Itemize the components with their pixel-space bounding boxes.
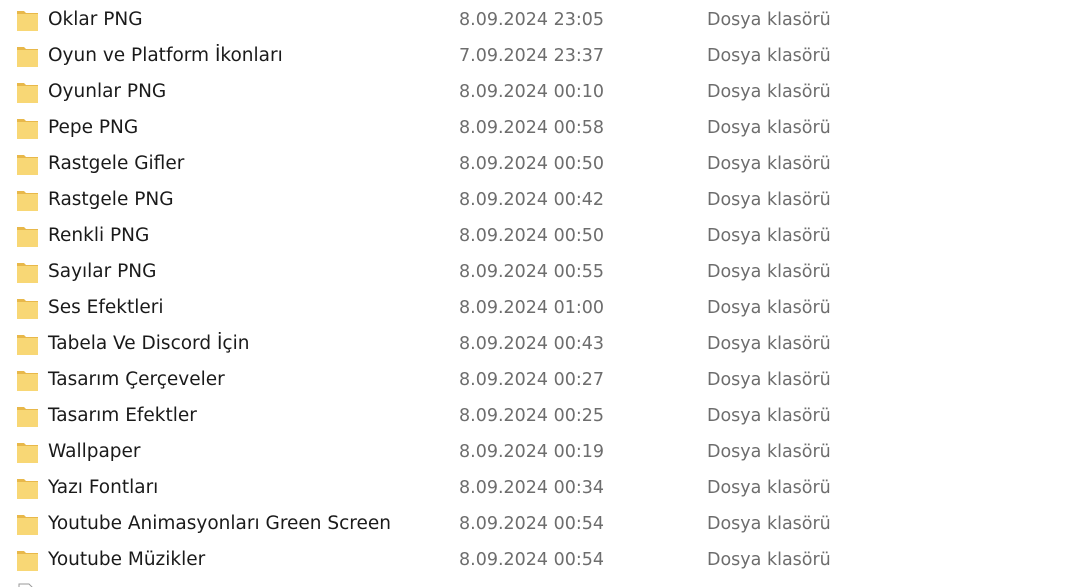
file-name: Youtube Müzikler	[48, 549, 206, 570]
file-name: Youtube Animasyonları Green Screen	[48, 513, 391, 534]
file-type: Dosya klasörü	[707, 10, 831, 30]
list-item[interactable]: Pepe PNG 8.09.2024 00:58 Dosya klasörü	[0, 110, 1080, 146]
file-type: Dosya klasörü	[707, 118, 831, 138]
list-item[interactable]: Ses Efektleri 8.09.2024 01:00 Dosya klas…	[0, 290, 1080, 326]
date-modified: 8.09.2024 00:54	[459, 514, 605, 534]
date-modified: 8.09.2024 00:25	[459, 406, 605, 426]
file-name: Rastgele Gifler	[48, 153, 185, 174]
file-name: Tasarım Çerçeveler	[48, 369, 225, 390]
file-type: Dosya klasörü	[707, 154, 831, 174]
list-item[interactable]: Rastgele PNG 8.09.2024 00:42 Dosya klasö…	[0, 182, 1080, 218]
file-name: Oyun ve Platform İkonları	[48, 45, 283, 66]
file-name: Pepe PNG	[48, 117, 139, 138]
date-modified: 8.09.2024 23:05	[459, 10, 605, 30]
file-name: Tasarım Efektler	[48, 405, 197, 426]
date-modified: 8.09.2024 00:19	[459, 442, 605, 462]
list-item[interactable]: Oklar PNG 8.09.2024 23:05 Dosya klasörü	[0, 2, 1080, 38]
date-modified: 8.09.2024 00:55	[459, 262, 605, 282]
file-name: Oklar PNG	[48, 9, 143, 30]
file-type: Dosya klasörü	[707, 478, 831, 498]
folder-icon	[17, 369, 38, 391]
file-type: Dosya klasörü	[707, 226, 831, 246]
list-item[interactable]: Rastgele Gifler 8.09.2024 00:50 Dosya kl…	[0, 146, 1080, 182]
document-icon	[18, 580, 34, 587]
date-modified: 8.09.2024 00:43	[459, 334, 605, 354]
date-modified: 8.09.2024 00:10	[459, 82, 605, 102]
folder-icon	[17, 333, 38, 355]
folder-icon	[17, 549, 38, 571]
date-modified: 8.09.2024 01:00	[459, 298, 605, 318]
folder-icon	[17, 405, 38, 427]
list-item[interactable]: Tasarım Efektler 8.09.2024 00:25 Dosya k…	[0, 398, 1080, 434]
file-type: Dosya klasörü	[707, 262, 831, 282]
list-item[interactable]: Oyun ve Platform İkonları 7.09.2024 23:3…	[0, 38, 1080, 74]
folder-icon	[17, 297, 38, 319]
list-item[interactable]: Youtube Animasyonları Green Screen 8.09.…	[0, 506, 1080, 542]
file-name: Renkli PNG	[48, 225, 150, 246]
file-type: Dosya klasörü	[707, 550, 831, 570]
file-name: Rastgele PNG	[48, 189, 174, 210]
list-item[interactable]: Tabela Ve Discord İçin 8.09.2024 00:43 D…	[0, 326, 1080, 362]
file-name: Oyunlar PNG	[48, 81, 167, 102]
list-item[interactable]	[0, 578, 1080, 587]
folder-icon	[17, 189, 38, 211]
list-item[interactable]: Renkli PNG 8.09.2024 00:50 Dosya klasörü	[0, 218, 1080, 254]
file-type: Dosya klasörü	[707, 82, 831, 102]
file-name: Ses Efektleri	[48, 297, 164, 318]
list-item[interactable]: Oyunlar PNG 8.09.2024 00:10 Dosya klasör…	[0, 74, 1080, 110]
date-modified: 8.09.2024 00:50	[459, 154, 605, 174]
file-type: Dosya klasörü	[707, 190, 831, 210]
folder-icon	[17, 261, 38, 283]
file-name: Wallpaper	[48, 441, 141, 462]
folder-icon	[17, 225, 38, 247]
folder-icon	[17, 45, 38, 67]
folder-icon	[17, 441, 38, 463]
folder-icon	[17, 9, 38, 31]
date-modified: 7.09.2024 23:37	[459, 46, 605, 66]
list-item[interactable]: Tasarım Çerçeveler 8.09.2024 00:27 Dosya…	[0, 362, 1080, 398]
file-name: Sayılar PNG	[48, 261, 157, 282]
file-type: Dosya klasörü	[707, 514, 831, 534]
list-item[interactable]: Sayılar PNG 8.09.2024 00:55 Dosya klasör…	[0, 254, 1080, 290]
file-name: Tabela Ve Discord İçin	[48, 333, 250, 354]
date-modified: 8.09.2024 00:54	[459, 550, 605, 570]
file-type: Dosya klasörü	[707, 298, 831, 318]
file-type: Dosya klasörü	[707, 46, 831, 66]
list-item[interactable]: Yazı Fontları 8.09.2024 00:34 Dosya klas…	[0, 470, 1080, 506]
file-type: Dosya klasörü	[707, 370, 831, 390]
file-type: Dosya klasörü	[707, 334, 831, 354]
file-name: Yazı Fontları	[48, 477, 159, 498]
date-modified: 8.09.2024 00:34	[459, 478, 605, 498]
list-item[interactable]: Wallpaper 8.09.2024 00:19 Dosya klasörü	[0, 434, 1080, 470]
list-item[interactable]: Youtube Müzikler 8.09.2024 00:54 Dosya k…	[0, 542, 1080, 578]
date-modified: 8.09.2024 00:42	[459, 190, 605, 210]
date-modified: 8.09.2024 00:58	[459, 118, 605, 138]
folder-icon	[17, 153, 38, 175]
folder-icon	[17, 513, 38, 535]
folder-icon	[17, 117, 38, 139]
file-type: Dosya klasörü	[707, 442, 831, 462]
date-modified: 8.09.2024 00:50	[459, 226, 605, 246]
file-list: Oklar PNG 8.09.2024 23:05 Dosya klasörü …	[0, 0, 1080, 587]
folder-icon	[17, 477, 38, 499]
date-modified: 8.09.2024 00:27	[459, 370, 605, 390]
folder-icon	[17, 81, 38, 103]
file-type: Dosya klasörü	[707, 406, 831, 426]
